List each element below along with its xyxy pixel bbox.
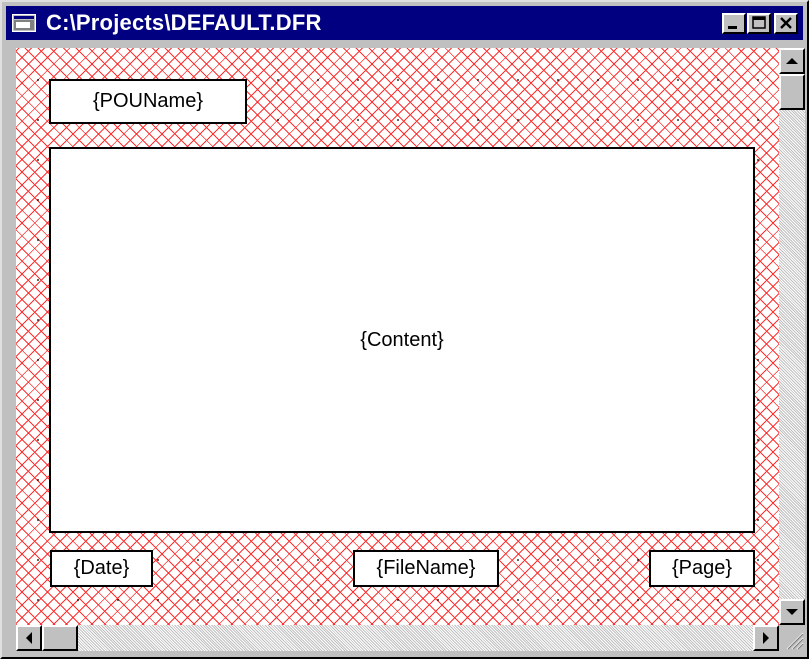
pou-name-label: {POUName}	[92, 90, 204, 112]
scroll-left-button[interactable]	[16, 625, 42, 651]
window-title: C:\Projects\DEFAULT.DFR	[46, 10, 322, 35]
scroll-right-button[interactable]	[753, 625, 779, 651]
document-window-icon[interactable]	[12, 14, 36, 32]
page-field[interactable]: {Page}	[649, 550, 755, 587]
application-window: C:\Projects\DEFAULT.DFR {POUName} {Conte…	[0, 0, 809, 659]
file-name-label: {FileName}	[376, 557, 476, 579]
page-label: {Page}	[671, 557, 733, 579]
minimize-button[interactable]	[722, 13, 746, 34]
arrow-left-icon	[26, 632, 32, 644]
close-button[interactable]	[774, 13, 798, 34]
maximize-icon	[752, 16, 766, 29]
date-label: {Date}	[73, 557, 130, 579]
pou-name-field[interactable]: {POUName}	[49, 79, 247, 124]
form-design-canvas[interactable]: {POUName} {Content} {Date} {FileName} {P…	[16, 48, 779, 625]
minimize-icon	[728, 26, 737, 29]
file-name-field[interactable]: {FileName}	[353, 550, 499, 587]
scroll-down-button[interactable]	[779, 599, 805, 625]
arrow-down-icon	[786, 609, 798, 615]
horizontal-scroll-thumb[interactable]	[42, 625, 78, 651]
scroll-up-button[interactable]	[779, 48, 805, 74]
vertical-scroll-thumb[interactable]	[779, 74, 805, 110]
content-label: {Content}	[360, 328, 444, 351]
horizontal-scrollbar[interactable]	[16, 625, 779, 651]
resize-grip-icon	[786, 632, 804, 650]
resize-grip[interactable]	[779, 625, 805, 651]
vertical-scrollbar[interactable]	[779, 48, 805, 625]
content-field[interactable]: {Content}	[49, 147, 755, 533]
close-icon	[780, 17, 792, 29]
title-bar[interactable]: C:\Projects\DEFAULT.DFR	[6, 6, 803, 40]
date-field[interactable]: {Date}	[50, 550, 153, 587]
arrow-right-icon	[763, 632, 769, 644]
maximize-button[interactable]	[747, 13, 771, 34]
arrow-up-icon	[786, 58, 798, 64]
